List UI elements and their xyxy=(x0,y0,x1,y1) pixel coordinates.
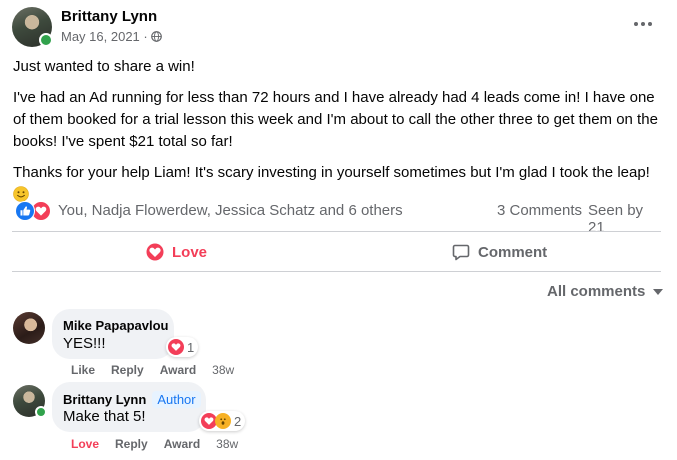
comment-bubble: Mike Papapavlou YES!!! xyxy=(52,309,174,359)
comment-button[interactable]: Comment xyxy=(452,238,547,266)
online-status-dot xyxy=(39,33,53,47)
love-button-label: Love xyxy=(172,243,208,261)
like-icon xyxy=(15,201,35,221)
more-dots-icon xyxy=(634,22,638,26)
commenter-name[interactable]: Brittany Lynn xyxy=(63,392,146,407)
comment-text: Make that 5! xyxy=(63,408,146,425)
author-avatar[interactable] xyxy=(12,7,53,47)
wow-icon xyxy=(215,413,231,429)
love-icon xyxy=(146,243,164,261)
comment-love-button[interactable]: Love xyxy=(71,437,99,451)
reactions-summary: You, Nadja Flowerdew, Jessica Schatz and… xyxy=(13,199,661,236)
post-meta: May 16, 2021 · xyxy=(61,29,162,44)
reaction-icons[interactable] xyxy=(15,201,55,221)
divider xyxy=(12,271,661,272)
online-status-dot xyxy=(35,406,47,418)
comment-like-button[interactable]: Like xyxy=(71,363,95,377)
love-icon xyxy=(168,339,184,355)
more-options-button[interactable] xyxy=(628,14,658,34)
comment-filter-label: All comments xyxy=(547,283,646,300)
comment-reply-button[interactable]: Reply xyxy=(115,437,148,451)
comment-award-button[interactable]: Award xyxy=(160,363,196,377)
commenter-name-row: Brittany Lynn Author xyxy=(63,391,201,408)
comment-award-button[interactable]: Award xyxy=(164,437,200,451)
comments-count[interactable]: 3 Comments xyxy=(497,202,582,219)
comment-text: YES!!! xyxy=(63,335,106,352)
comment-icon xyxy=(452,244,470,261)
post-author-name[interactable]: Brittany Lynn xyxy=(61,8,157,25)
comment-reactions[interactable]: 2 xyxy=(199,411,246,431)
comment-actions: Like Reply Award 38w xyxy=(71,363,234,377)
comment-reaction-count: 2 xyxy=(234,413,242,429)
reactors-list[interactable]: You, Nadja Flowerdew, Jessica Schatz and… xyxy=(58,202,403,219)
author-badge: Author xyxy=(152,391,201,408)
divider xyxy=(12,231,661,232)
comment-age[interactable]: 38w xyxy=(216,437,238,451)
comment-reactions[interactable]: 1 xyxy=(166,337,199,357)
love-button[interactable]: Love xyxy=(146,238,207,266)
comment-age[interactable]: 38w xyxy=(212,363,234,377)
post-paragraph-text: Thanks for your help Liam! It's scary in… xyxy=(13,164,650,181)
post-body: Just wanted to share a win! I've had an … xyxy=(13,56,663,206)
commenter-avatar[interactable] xyxy=(13,385,47,418)
comment-actions: Love Reply Award 38w xyxy=(71,437,238,451)
post-paragraph: Just wanted to share a win! xyxy=(13,58,195,75)
comment-reply-button[interactable]: Reply xyxy=(111,363,144,377)
commenter-avatar[interactable] xyxy=(13,312,45,344)
comment-bubble: Brittany Lynn Author Make that 5! xyxy=(52,382,206,432)
post-card: Brittany Lynn May 16, 2021 · Just wanted… xyxy=(0,0,677,460)
globe-icon xyxy=(150,31,162,42)
comment-button-label: Comment xyxy=(478,243,548,261)
post-paragraph: I've had an Ad running for less than 72 … xyxy=(13,89,658,150)
comment-filter-dropdown[interactable]: All comments xyxy=(547,283,664,300)
comment-reaction-count: 1 xyxy=(187,339,195,355)
post-date[interactable]: May 16, 2021 · xyxy=(61,29,148,44)
commenter-name[interactable]: Mike Papapavlou xyxy=(63,318,168,333)
caret-down-icon xyxy=(653,288,664,295)
